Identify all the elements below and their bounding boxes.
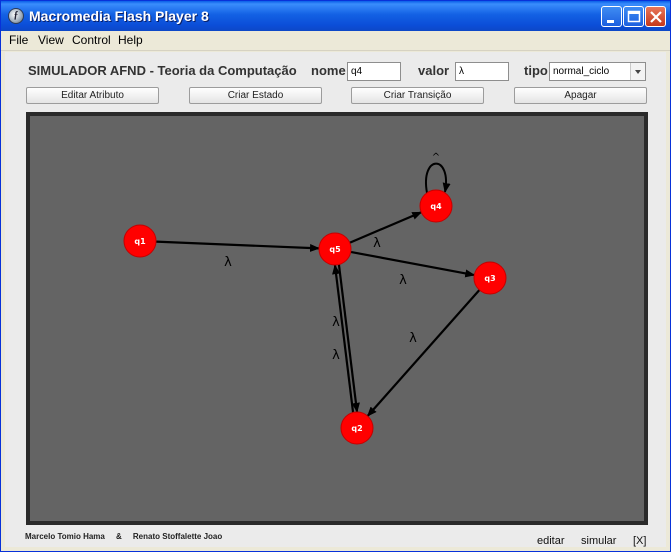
state-label-q4: q4 xyxy=(430,202,442,211)
state-q2[interactable]: q2 xyxy=(340,411,374,445)
nome-input[interactable]: q4 xyxy=(347,62,401,81)
transition-q1-q5[interactable] xyxy=(155,240,321,252)
flash-content: SIMULADOR AFND - Teoria da Computação no… xyxy=(5,52,666,547)
tipo-label: tipo xyxy=(524,63,548,78)
editar-mode-link[interactable]: editar xyxy=(537,535,565,547)
flash-logo-icon: ƒ xyxy=(8,8,24,24)
simular-mode-link[interactable]: simular xyxy=(581,535,616,547)
criar-estado-button[interactable]: Criar Estado xyxy=(189,87,322,104)
author-1: Marcelo Tomio Hama xyxy=(25,532,105,541)
authors-credit: Marcelo Tomio Hama & Renato Stoffalette … xyxy=(25,532,222,541)
menu-view[interactable]: View xyxy=(38,33,64,47)
transition-q4-q4[interactable] xyxy=(425,162,451,194)
transition-q3-q2[interactable] xyxy=(366,289,481,417)
automaton-canvas[interactable]: λ λ λ λ λ λ ^ q1 q5 q4 q3 q2 xyxy=(30,116,644,521)
flash-player-window: ƒ Macromedia Flash Player 8 File View Co… xyxy=(0,0,671,552)
state-q3[interactable]: q3 xyxy=(473,261,507,295)
menu-file[interactable]: File xyxy=(9,33,28,47)
menu-help[interactable]: Help xyxy=(118,33,143,47)
canvas-frame: λ λ λ λ λ λ ^ q1 q5 q4 q3 q2 xyxy=(26,112,648,525)
editar-atributo-button[interactable]: Editar Atributo xyxy=(26,87,159,104)
minimize-icon xyxy=(607,20,614,23)
app-title: SIMULADOR AFND - Teoria da Computação xyxy=(28,63,297,78)
close-window-button[interactable] xyxy=(645,6,666,27)
transition-label-q4-q4[interactable]: ^ xyxy=(432,152,440,163)
transition-label-q5-q3[interactable]: λ xyxy=(399,273,407,288)
transition-label-q2-q5[interactable]: λ xyxy=(332,348,340,363)
transition-label-q5-q2[interactable]: λ xyxy=(332,315,340,330)
author-separator: & xyxy=(116,532,122,541)
criar-transicao-button[interactable]: Criar Transição xyxy=(351,87,484,104)
apagar-button[interactable]: Apagar xyxy=(514,87,647,104)
state-q5[interactable]: q5 xyxy=(318,232,352,266)
window-title: Macromedia Flash Player 8 xyxy=(29,8,209,24)
menu-bar: File View Control Help xyxy=(1,31,670,51)
state-label-q3: q3 xyxy=(484,274,495,283)
author-2: Renato Stoffalette Joao xyxy=(132,532,223,541)
transition-label-q3-q2[interactable]: λ xyxy=(409,331,417,346)
nome-label: nome xyxy=(311,63,346,78)
state-label-q5: q5 xyxy=(329,245,341,254)
transition-q5-q4[interactable] xyxy=(349,211,423,244)
state-label-q1: q1 xyxy=(134,237,146,246)
close-icon xyxy=(650,11,662,23)
valor-label: valor xyxy=(418,63,450,78)
state-q4[interactable]: q4 xyxy=(419,189,453,223)
tipo-value: normal_ciclo xyxy=(553,66,610,77)
transition-label-q1-q5[interactable]: λ xyxy=(224,255,232,270)
transition-q5-q2[interactable] xyxy=(337,264,360,413)
state-label-q2: q2 xyxy=(351,424,362,433)
chevron-down-icon[interactable] xyxy=(630,63,645,80)
close-link[interactable]: [X] xyxy=(633,535,646,547)
title-bar: ƒ Macromedia Flash Player 8 xyxy=(1,1,670,31)
state-q1[interactable]: q1 xyxy=(123,224,157,258)
tipo-select[interactable]: normal_ciclo xyxy=(549,62,646,81)
maximize-icon xyxy=(627,10,641,23)
menu-control[interactable]: Control xyxy=(72,33,111,47)
valor-input[interactable]: λ xyxy=(455,62,509,81)
transition-label-q5-q4[interactable]: λ xyxy=(373,236,381,251)
transition-q5-q3[interactable] xyxy=(350,250,476,278)
maximize-button[interactable] xyxy=(623,6,644,27)
transition-q2-q5[interactable] xyxy=(332,264,355,413)
minimize-button[interactable] xyxy=(601,6,622,27)
automaton-graph[interactable]: λ λ λ λ λ λ ^ q1 q5 q4 q3 q2 xyxy=(30,116,644,521)
